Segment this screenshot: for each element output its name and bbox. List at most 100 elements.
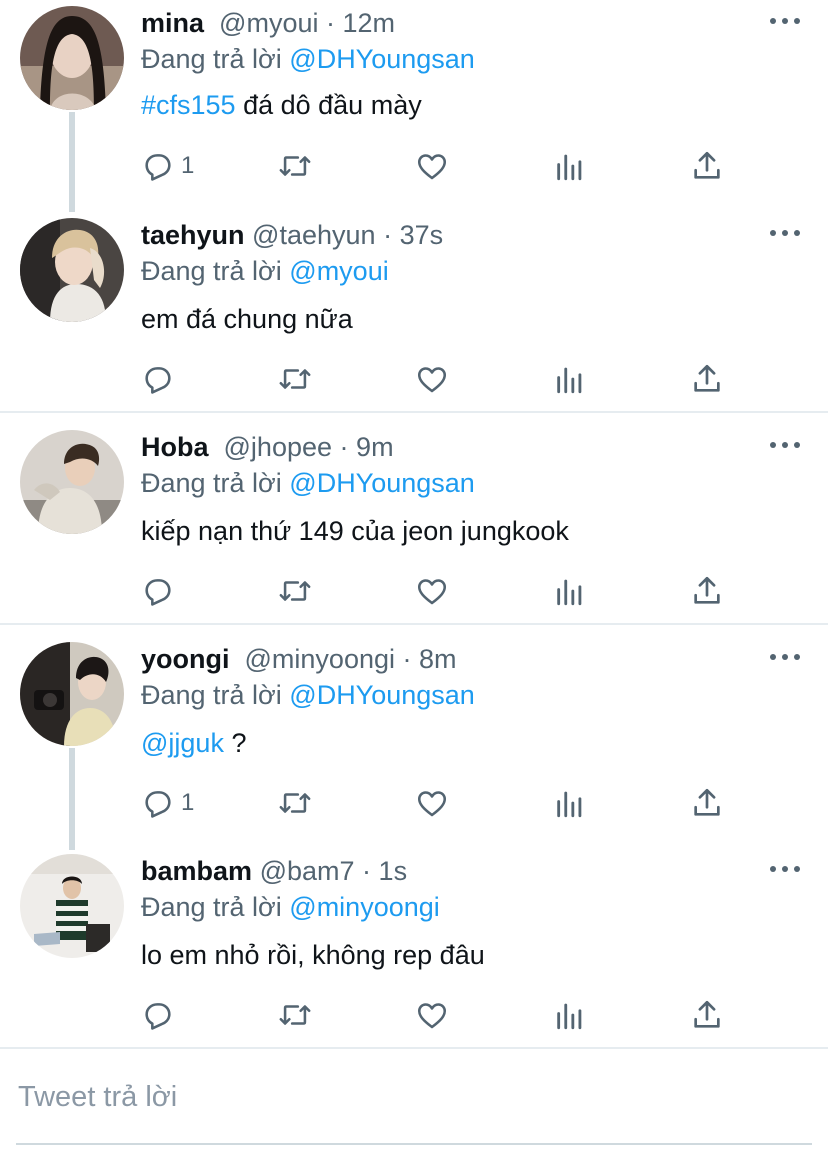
tweet[interactable]: taehyun @taehyun · 37s Đang trả lời @myo… <box>0 212 828 412</box>
share-icon <box>694 151 720 179</box>
avatar[interactable] <box>20 854 124 958</box>
tweet[interactable]: Hoba @jhopee · 9m Đang trả lời @DHYoungs… <box>0 424 828 624</box>
share-button[interactable] <box>690 143 724 189</box>
timestamp[interactable]: 8m <box>419 644 457 674</box>
display-name[interactable]: Hoba <box>141 432 209 462</box>
mention-link[interactable]: @jjguk <box>141 728 224 758</box>
separator-dot: · <box>402 644 412 674</box>
timestamp[interactable]: 1s <box>379 856 408 886</box>
avatar[interactable] <box>20 6 124 110</box>
tweet-actions: 1 <box>0 780 828 830</box>
reply-icon <box>145 579 171 606</box>
timestamp[interactable]: 37s <box>400 220 444 250</box>
separator-dot: · <box>362 856 372 886</box>
tweet-text: lo em nhỏ rồi, không rep đâu <box>141 936 485 974</box>
avatar[interactable] <box>20 430 124 534</box>
more-icon[interactable] <box>770 858 800 880</box>
tweet-text: #cfs155 đá dô đầu mày <box>141 86 422 124</box>
tweet-text-content: đá dô đầu mày <box>235 90 422 120</box>
handle[interactable]: @minyoongi <box>245 644 395 674</box>
analytics-button[interactable] <box>553 143 587 189</box>
more-icon[interactable] <box>770 222 800 244</box>
retweet-button[interactable] <box>277 143 313 189</box>
compose-underline <box>16 1143 812 1145</box>
handle[interactable]: @myoui <box>219 8 318 38</box>
analytics-icon <box>557 367 582 394</box>
share-button[interactable] <box>690 780 724 826</box>
like-button[interactable] <box>415 780 449 826</box>
avatar[interactable] <box>20 642 124 746</box>
replying-to-label: Đang trả lời <box>141 892 282 922</box>
tweet-text: kiếp nạn thứ 149 của jeon jungkook <box>141 512 569 550</box>
retweet-button[interactable] <box>277 780 313 826</box>
tweet-header: yoongi @minyoongi · 8m <box>141 640 758 678</box>
avatar[interactable] <box>20 218 124 322</box>
tweet-header: mina @myoui · 12m <box>141 4 758 42</box>
retweet-icon <box>279 793 311 813</box>
tweet-actions <box>0 992 828 1042</box>
retweet-icon <box>279 1005 311 1025</box>
like-icon <box>417 154 447 180</box>
like-button[interactable] <box>415 992 449 1038</box>
analytics-icon <box>557 1003 582 1030</box>
mention-link[interactable]: @DHYoungsan <box>289 680 475 710</box>
reply-button[interactable] <box>141 992 175 1038</box>
reply-count: 1 <box>181 152 195 179</box>
tweet-header: bambam @bam7 · 1s <box>141 852 758 890</box>
mention-link[interactable]: @DHYoungsan <box>289 468 475 498</box>
divider <box>0 1047 828 1049</box>
mention-link[interactable]: @myoui <box>289 256 388 286</box>
hashtag-link[interactable]: #cfs155 <box>141 90 236 120</box>
share-button[interactable] <box>690 356 724 402</box>
handle[interactable]: @taehyun <box>252 220 376 250</box>
retweet-icon <box>279 156 311 176</box>
timestamp[interactable]: 12m <box>343 8 396 38</box>
tweet-text-content: lo em nhỏ rồi, không rep đâu <box>141 940 485 970</box>
tweet[interactable]: mina @myoui · 12m Đang trả lời @DHYoungs… <box>0 0 828 210</box>
tweet[interactable]: bambam @bam7 · 1s Đang trả lời @minyoong… <box>0 848 828 1048</box>
analytics-button[interactable] <box>553 780 587 826</box>
share-button[interactable] <box>690 992 724 1038</box>
like-button[interactable] <box>415 143 449 189</box>
retweet-button[interactable] <box>277 568 313 614</box>
retweet-button[interactable] <box>277 992 313 1038</box>
display-name[interactable]: mina <box>141 8 204 38</box>
replying-to: Đang trả lời @DHYoungsan <box>141 676 475 714</box>
like-icon <box>417 367 447 393</box>
reply-button[interactable]: 1 <box>141 780 194 826</box>
like-button[interactable] <box>415 568 449 614</box>
handle[interactable]: @bam7 <box>260 856 355 886</box>
timestamp[interactable]: 9m <box>356 432 394 462</box>
share-icon <box>694 576 720 604</box>
analytics-icon <box>557 791 582 818</box>
reply-button[interactable] <box>141 356 175 402</box>
display-name[interactable]: taehyun <box>141 220 245 250</box>
reply-compose-input[interactable]: Tweet trả lời <box>18 1076 177 1118</box>
share-button[interactable] <box>690 568 724 614</box>
tweet-header: taehyun @taehyun · 37s <box>141 216 758 254</box>
tweet[interactable]: yoongi @minyoongi · 8m Đang trả lời @DHY… <box>0 636 828 846</box>
more-icon[interactable] <box>770 646 800 668</box>
divider <box>0 411 828 413</box>
tweet-text-content: kiếp nạn thứ 149 của jeon jungkook <box>141 516 569 546</box>
like-button[interactable] <box>415 356 449 402</box>
analytics-button[interactable] <box>553 356 587 402</box>
reply-icon <box>145 154 171 181</box>
analytics-button[interactable] <box>553 992 587 1038</box>
display-name[interactable]: yoongi <box>141 644 230 674</box>
display-name[interactable]: bambam <box>141 856 252 886</box>
retweet-button[interactable] <box>277 356 313 402</box>
reply-button[interactable] <box>141 568 175 614</box>
mention-link[interactable]: @minyoongi <box>289 892 439 922</box>
more-icon[interactable] <box>770 10 800 32</box>
replying-to-label: Đang trả lời <box>141 256 282 286</box>
reply-button[interactable]: 1 <box>141 143 194 189</box>
tweet-text-content: em đá chung nữa <box>141 304 353 334</box>
tweet-actions <box>0 356 828 406</box>
handle[interactable]: @jhopee <box>224 432 333 462</box>
like-icon <box>417 791 447 817</box>
replying-to: Đang trả lời @myoui <box>141 252 389 290</box>
more-icon[interactable] <box>770 434 800 456</box>
mention-link[interactable]: @DHYoungsan <box>289 44 475 74</box>
analytics-button[interactable] <box>553 568 587 614</box>
